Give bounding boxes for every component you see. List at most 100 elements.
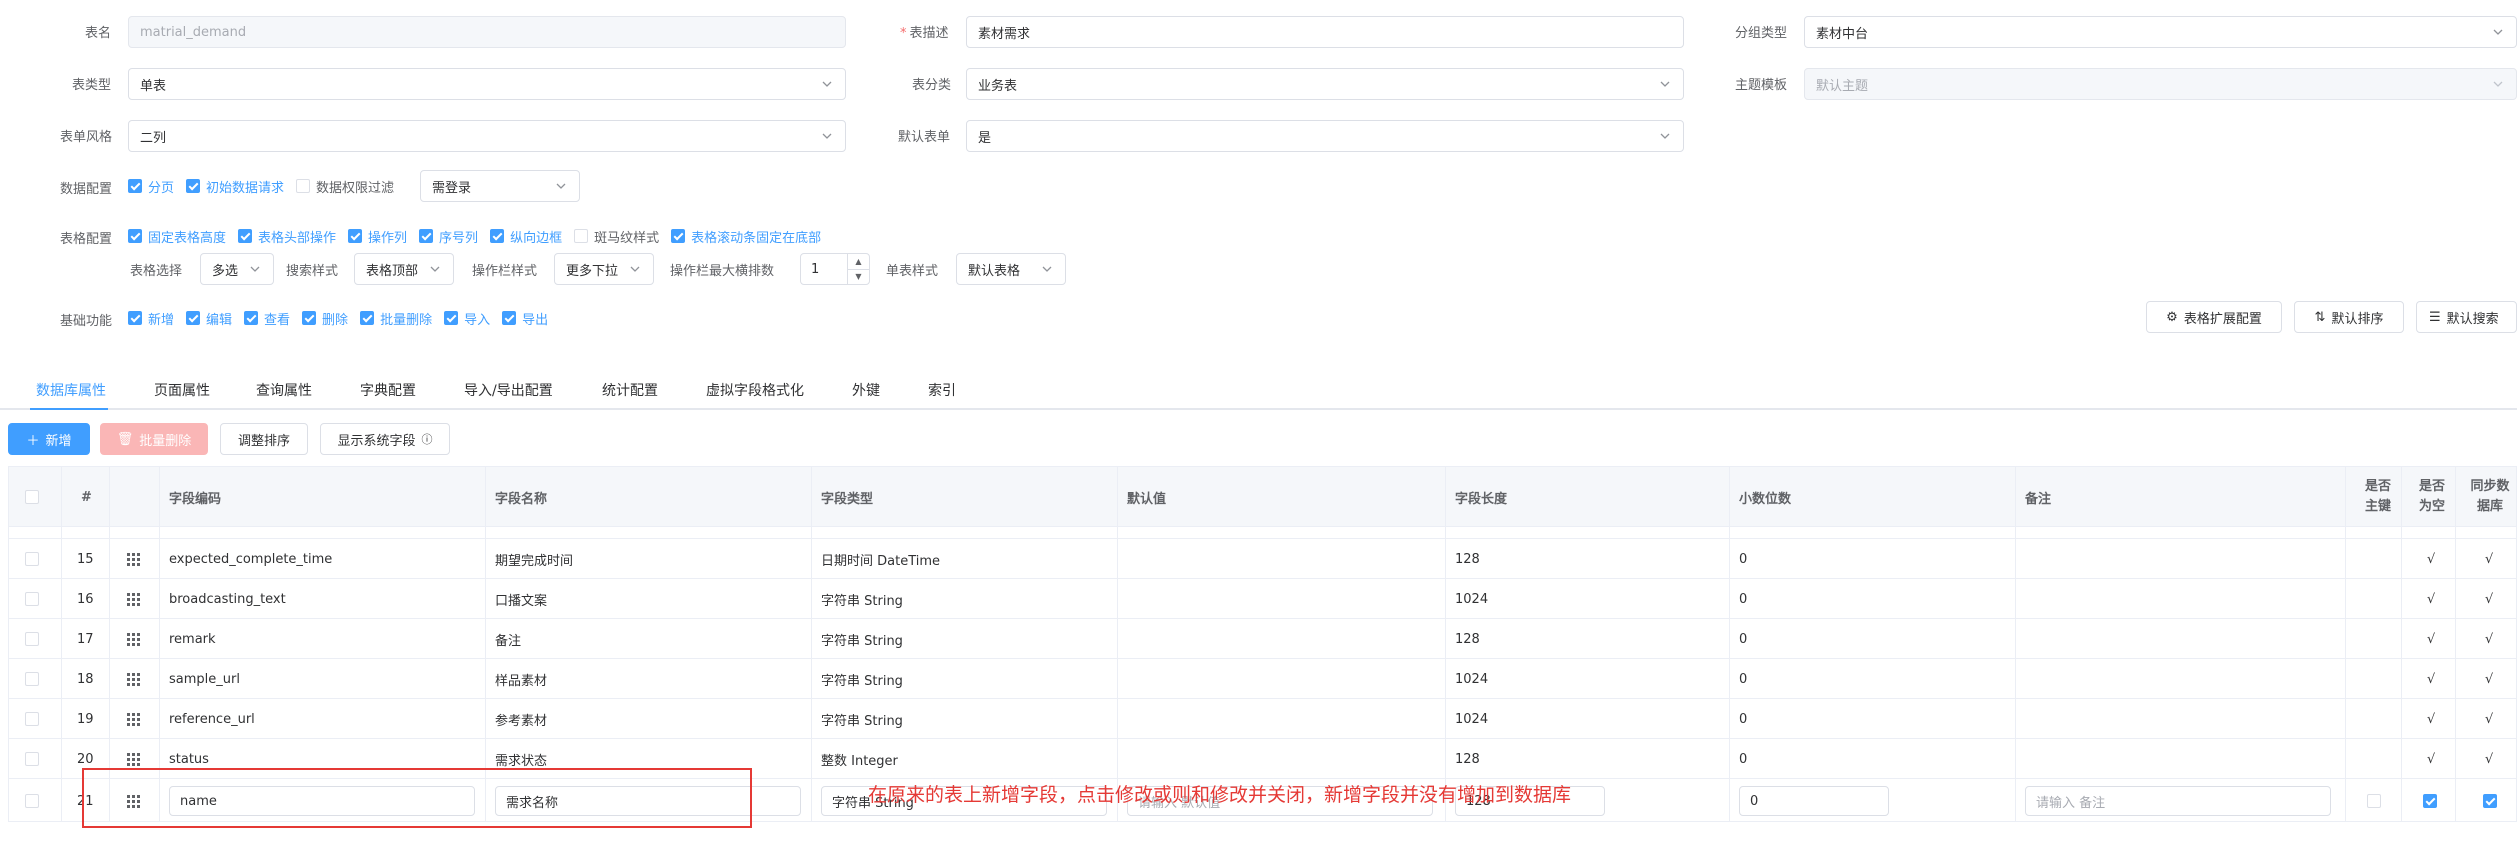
tab-query-attrs[interactable]: 查询属性 bbox=[256, 380, 312, 400]
field-decimal: 0 bbox=[1739, 711, 1748, 727]
field-type: 日期时间 DateTime bbox=[821, 553, 941, 569]
tab-index[interactable]: 索引 bbox=[928, 380, 956, 400]
checkbox-export[interactable]: 导出 bbox=[502, 309, 548, 328]
active-tab-indicator bbox=[30, 408, 108, 410]
op-max-stepper[interactable]: 1 ▲ ▼ bbox=[800, 253, 870, 285]
search-style-select[interactable]: 表格顶部 bbox=[354, 253, 454, 285]
table-row-partial bbox=[9, 527, 2516, 539]
default-form-select[interactable]: 是 bbox=[966, 120, 1684, 152]
tab-dict-config[interactable]: 字典配置 bbox=[360, 380, 416, 400]
checkbox-header-ops[interactable]: 表格头部操作 bbox=[238, 227, 336, 246]
field-remark-input[interactable]: 请输入 备注 bbox=[2025, 786, 2331, 816]
filter-icon: ☰ bbox=[2429, 309, 2441, 325]
table-name-input[interactable]: matrial_demand bbox=[128, 16, 846, 48]
row-checkbox-cell bbox=[25, 659, 39, 699]
row-checkbox[interactable] bbox=[25, 552, 39, 566]
chevron-down-icon bbox=[2491, 77, 2505, 91]
checkbox-initial-request[interactable]: 初始数据请求 bbox=[186, 177, 284, 196]
tab-virtual-format[interactable]: 虚拟字段格式化 bbox=[706, 380, 804, 400]
field-decimal: 0 bbox=[1739, 551, 1748, 567]
tab-page-attrs[interactable]: 页面属性 bbox=[154, 380, 210, 400]
field-decimal: 0 bbox=[1739, 591, 1748, 607]
row-checkbox[interactable] bbox=[25, 712, 39, 726]
row-checkbox[interactable] bbox=[25, 752, 39, 766]
select-all-checkbox[interactable] bbox=[25, 490, 39, 504]
field-name: 参考素材 bbox=[495, 713, 548, 729]
checkbox-pagination[interactable]: 分页 bbox=[128, 177, 174, 196]
header-nullable: 是否 为空 bbox=[2418, 479, 2445, 514]
chevron-down-icon bbox=[820, 77, 834, 91]
tab-stats-config[interactable]: 统计配置 bbox=[602, 380, 658, 400]
theme-template-select[interactable]: 默认主题 bbox=[1804, 68, 2517, 100]
drag-handle-icon[interactable] bbox=[127, 659, 140, 699]
table-type-select[interactable]: 单表 bbox=[128, 68, 846, 100]
checkbox-batch-delete[interactable]: 批量删除 bbox=[360, 309, 432, 328]
checkbox-stripe[interactable]: 斑马纹样式 bbox=[574, 227, 659, 246]
checkbox-scrollbar-bottom[interactable]: 表格滚动条固定在底部 bbox=[671, 227, 821, 246]
default-search-button[interactable]: ☰ 默认搜索 bbox=[2416, 301, 2517, 333]
checkbox-vertical-border[interactable]: 纵向边框 bbox=[490, 227, 562, 246]
table-desc-input[interactable]: 素材需求 bbox=[966, 16, 1684, 48]
table-ext-config-button[interactable]: ⚙ 表格扩展配置 bbox=[2146, 301, 2282, 333]
field-name: 口播文案 bbox=[495, 593, 548, 609]
plus-icon: ＋ bbox=[26, 433, 40, 449]
checkbox-fixed-height[interactable]: 固定表格高度 bbox=[128, 227, 226, 246]
sync-checkbox[interactable] bbox=[2483, 794, 2497, 808]
header-type: 字段类型 bbox=[821, 491, 874, 507]
checkbox-delete[interactable]: 删除 bbox=[302, 309, 348, 328]
chevron-down-icon[interactable]: ▼ bbox=[848, 270, 869, 285]
pk-checkbox[interactable] bbox=[2367, 794, 2381, 808]
chevron-up-icon[interactable]: ▲ bbox=[848, 254, 869, 270]
tab-db-attrs[interactable]: 数据库属性 bbox=[36, 380, 106, 400]
drag-handle-icon[interactable] bbox=[127, 579, 140, 619]
nullable-checkbox[interactable] bbox=[2423, 794, 2437, 808]
field-decimal-input[interactable]: 0 bbox=[1739, 786, 1889, 816]
group-type-select[interactable]: 素材中台 bbox=[1804, 16, 2517, 48]
table-select-select[interactable]: 多选 bbox=[200, 253, 274, 285]
field-sync: √ bbox=[2485, 591, 2494, 607]
field-decimal: 0 bbox=[1739, 631, 1748, 647]
op-style-select[interactable]: 更多下拉 bbox=[554, 253, 654, 285]
table-row: 17 remark 备注 字符串 String 128 0 √ √ bbox=[9, 619, 2516, 659]
header-code: 字段编码 bbox=[169, 491, 222, 507]
row-checkbox[interactable] bbox=[25, 672, 39, 686]
row-checkbox[interactable] bbox=[25, 592, 39, 606]
row-index: 15 bbox=[77, 551, 94, 567]
field-code: expected_complete_time bbox=[169, 551, 333, 567]
checkbox-view[interactable]: 查看 bbox=[244, 309, 290, 328]
checkbox-op-column[interactable]: 操作列 bbox=[348, 227, 407, 246]
form-style-select[interactable]: 二列 bbox=[128, 120, 846, 152]
checkbox-edit[interactable]: 编辑 bbox=[186, 309, 232, 328]
drag-handle-icon[interactable] bbox=[127, 539, 140, 579]
chevron-down-icon bbox=[428, 262, 442, 276]
field-type: 字符串 String bbox=[821, 713, 903, 729]
data-config-label: 数据配置 bbox=[60, 182, 113, 197]
single-style-select[interactable]: 默认表格 bbox=[956, 253, 1066, 285]
permission-select[interactable]: 需登录 bbox=[420, 170, 580, 202]
default-sort-button[interactable]: ⇅ 默认排序 bbox=[2294, 301, 2404, 333]
tab-foreign-key[interactable]: 外键 bbox=[852, 380, 880, 400]
table-category-select[interactable]: 业务表 bbox=[966, 68, 1684, 100]
add-button[interactable]: ＋新增 bbox=[8, 423, 90, 455]
checkbox-index-column[interactable]: 序号列 bbox=[419, 227, 478, 246]
checkbox-add[interactable]: 新增 bbox=[128, 309, 174, 328]
tab-import-export[interactable]: 导入/导出配置 bbox=[464, 380, 553, 400]
field-code: reference_url bbox=[169, 711, 255, 727]
chevron-down-icon bbox=[248, 262, 262, 276]
header-pk: 是否 主键 bbox=[2364, 479, 2391, 514]
adjust-sort-button[interactable]: 调整排序 bbox=[220, 423, 308, 455]
drag-handle-icon[interactable] bbox=[127, 619, 140, 659]
field-name: 样品素材 bbox=[495, 673, 548, 689]
row-checkbox[interactable] bbox=[25, 632, 39, 646]
show-system-fields-button[interactable]: 显示系统字段 ⓘ bbox=[320, 423, 450, 455]
table-type-label: 表类型 bbox=[72, 78, 112, 93]
field-type: 字符串 String bbox=[821, 673, 903, 689]
checkbox-import[interactable]: 导入 bbox=[444, 309, 490, 328]
field-sync: √ bbox=[2485, 671, 2494, 687]
row-checkbox[interactable] bbox=[25, 794, 39, 808]
checkbox-permission-filter[interactable]: 数据权限过滤 bbox=[296, 177, 394, 196]
table-row: 16 broadcasting_text 口播文案 字符串 String 1024 0 √ √ bbox=[9, 579, 2516, 619]
row-index: 18 bbox=[77, 671, 94, 687]
batch-delete-button[interactable]: 🗑 批量删除 bbox=[100, 423, 208, 455]
drag-handle-icon[interactable] bbox=[127, 699, 140, 739]
